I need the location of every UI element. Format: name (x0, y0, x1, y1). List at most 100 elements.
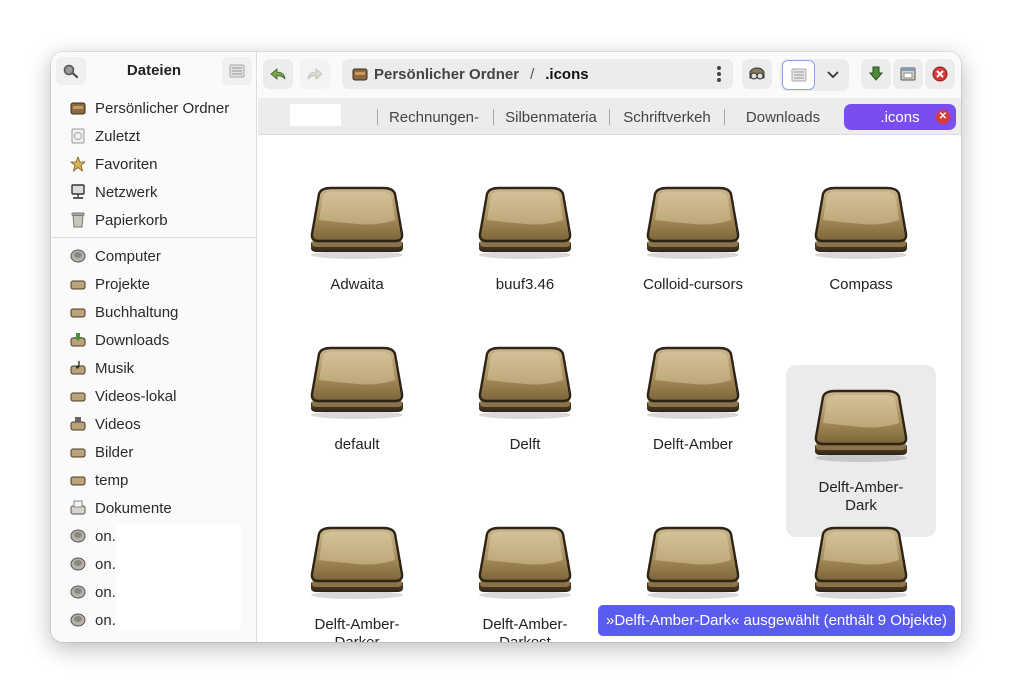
back-arrow-icon (270, 68, 286, 80)
network-icon (71, 184, 85, 199)
tab-blank[interactable] (290, 104, 341, 126)
path-segment-home[interactable]: Persönlicher Ordner (374, 66, 519, 83)
folder-label: Delft-Amber-Darkest (482, 616, 568, 642)
sidebar-item-trash[interactable]: Papierkorb (51, 206, 257, 234)
tab-separator (724, 109, 725, 125)
drive-icon (70, 613, 86, 627)
sidebar-item-computer[interactable]: Computer (51, 242, 257, 270)
kebab-dot-icon (717, 66, 721, 70)
folder-icon (643, 184, 743, 260)
folder-item[interactable]: Adwaita (282, 162, 432, 322)
folder-item[interactable]: default (282, 322, 432, 494)
drive-icon (70, 249, 86, 263)
drive-icon (70, 557, 86, 571)
folder-icon (70, 392, 86, 402)
folder-icon (70, 308, 86, 318)
folder-label: Adwaita (330, 276, 384, 293)
sidebar-item-bilder[interactable]: Bilder (51, 438, 257, 466)
trash-icon (71, 212, 85, 228)
tab-label: .icons (880, 108, 920, 126)
folder-item[interactable]: Delft-Amber-Darkest (450, 502, 600, 642)
drive-icon (70, 585, 86, 599)
folder-icon (307, 184, 407, 260)
maximize-button[interactable] (893, 59, 923, 89)
file-grid: Adwaita buuf3.46 Colloid-cursors Compass… (258, 136, 961, 642)
folder-item[interactable]: Delft (450, 322, 600, 494)
sidebar-item-label: on. (95, 527, 116, 545)
folder-label: Delft (509, 436, 541, 453)
list-view-icon (791, 68, 806, 82)
list-view-button[interactable] (782, 60, 815, 90)
sidebar-item-musik[interactable]: Musik (51, 354, 257, 382)
folder-item[interactable]: Colloid-cursors (618, 162, 768, 322)
tab-close-button[interactable]: ✕ (936, 110, 950, 124)
videos-folder-icon (70, 417, 86, 431)
hamburger-menu-icon (229, 64, 245, 78)
download-button[interactable] (861, 59, 891, 89)
tab-downloads[interactable]: Downloads (733, 104, 833, 130)
sidebar-item-label: Projekte (95, 275, 151, 293)
sidebar-item-dokumente[interactable]: Dokumente (51, 494, 257, 522)
sidebar-item-favorites[interactable]: Favoriten (51, 150, 257, 178)
view-options-dropdown[interactable] (816, 60, 849, 90)
back-button[interactable] (263, 59, 293, 89)
documents-folder-icon (70, 500, 86, 515)
selection-status-bar: »Delft-Amber-Dark« ausgewählt (enthält 9… (598, 605, 955, 636)
sidebar-item-videos-lokal[interactable]: Videos-lokal (51, 382, 257, 410)
tab-silbenmaterial[interactable]: Silbenmateria (501, 104, 601, 130)
sidebar-item-recent[interactable]: Zuletzt (51, 122, 257, 150)
folder-label: Compass (829, 276, 893, 293)
folder-icon (811, 524, 911, 600)
sidebar-item-label: Persönlicher Ordner (95, 99, 230, 117)
folder-item[interactable]: Delft-Amber-Darker (282, 502, 432, 642)
folder-label: Delft-Amber-Darker (314, 616, 400, 642)
main-menu-button[interactable] (222, 57, 252, 85)
sidebar-item-temp[interactable]: temp (51, 466, 257, 494)
folder-item[interactable]: Compass (786, 162, 936, 322)
window-icon (900, 67, 916, 81)
sidebar-item-label: on. (95, 611, 116, 629)
home-folder-icon (70, 102, 86, 115)
sidebar-item-buchhaltung[interactable]: Buchhaltung (51, 298, 257, 326)
sidebar-header: Dateien (51, 52, 257, 90)
star-icon (70, 156, 86, 172)
sidebar-item-label: on. (95, 583, 116, 601)
forward-arrow-icon (307, 68, 323, 80)
folder-icon (811, 184, 911, 260)
sidebar-item-downloads[interactable]: Downloads (51, 326, 257, 354)
sidebar-item-projekte[interactable]: Projekte (51, 270, 257, 298)
sidebar-item-label: Downloads (95, 331, 170, 349)
folder-icon (643, 524, 743, 600)
close-icon (932, 66, 948, 82)
file-manager-window: Dateien Persönlicher Ordner Zuletzt Favo… (51, 52, 961, 642)
search-location-button[interactable] (742, 59, 772, 89)
recent-icon (71, 128, 85, 144)
folder-icon (307, 344, 407, 420)
sidebar-item-label: Videos (95, 415, 141, 433)
folder-label: Colloid-cursors (642, 276, 744, 293)
folder-icon (70, 280, 86, 290)
folder-label: Delft-Amber (652, 436, 734, 453)
folder-icon (70, 476, 86, 486)
tab-schriftverkehr[interactable]: Schriftverkeh (617, 104, 717, 130)
sidebar-item-label: Dokumente (95, 499, 172, 517)
tab-bar: Rechnungen- Silbenmateria Schriftverkeh … (258, 98, 961, 135)
path-menu-button[interactable] (717, 66, 721, 84)
close-window-button[interactable] (925, 59, 955, 89)
folder-item[interactable]: buuf3.46 (450, 162, 600, 322)
drive-icon (70, 529, 86, 543)
path-segment-current[interactable]: .icons (545, 66, 588, 83)
sidebar-item-network[interactable]: Netzwerk (51, 178, 257, 206)
tab-icons-active[interactable]: .icons ✕ (844, 104, 956, 130)
sidebar-item-home[interactable]: Persönlicher Ordner (51, 94, 257, 122)
sidebar-item-label: on. (95, 555, 116, 573)
download-arrow-icon (868, 66, 884, 81)
forward-button[interactable] (300, 59, 330, 89)
header-toolbar: Persönlicher Ordner / .icons (258, 52, 961, 98)
kebab-dot-icon (717, 78, 721, 82)
folder-item[interactable]: Delft-Amber (618, 322, 768, 494)
sidebar-item-label: Videos-lokal (95, 387, 177, 405)
tab-rechnungen[interactable]: Rechnungen- (384, 104, 484, 130)
sidebar-item-videos[interactable]: Videos (51, 410, 257, 438)
path-bar[interactable]: Persönlicher Ordner / .icons (342, 59, 733, 89)
